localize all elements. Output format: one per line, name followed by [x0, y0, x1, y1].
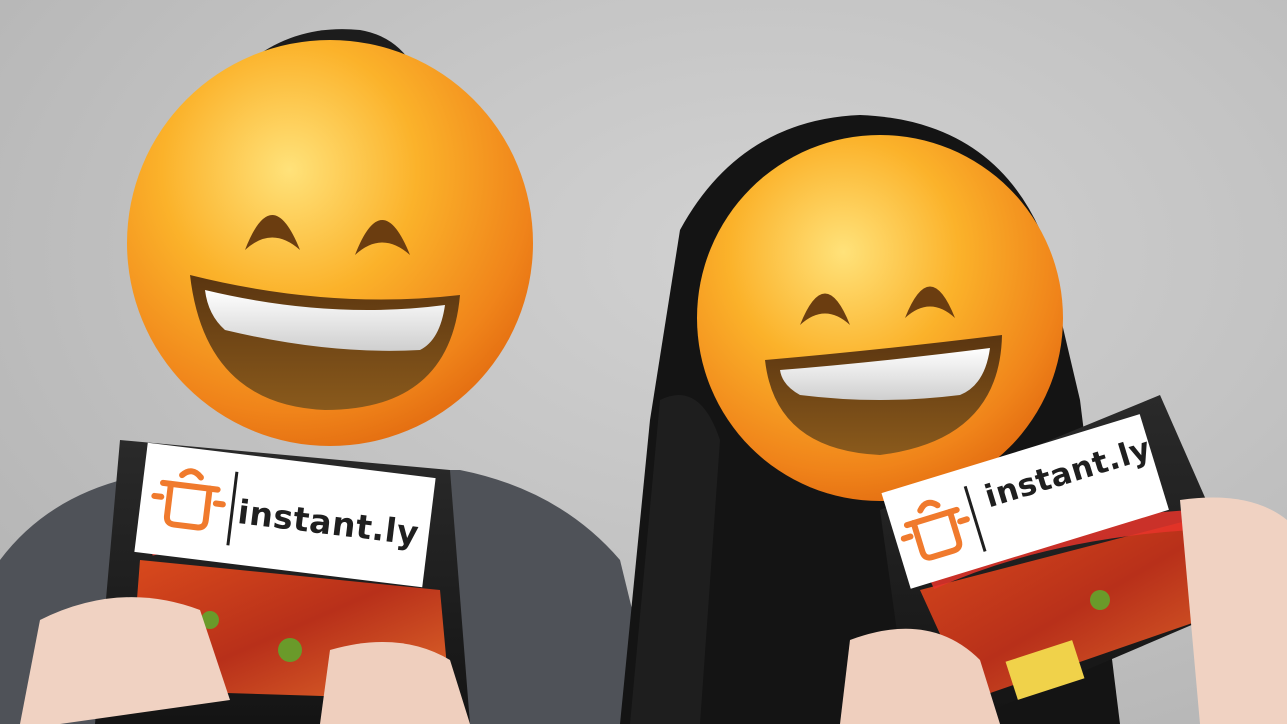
- left-face-emoji: [127, 40, 533, 446]
- scene-illustration: [0, 29, 1287, 724]
- right-face-emoji: [697, 135, 1063, 501]
- photo-scene: instant.ly instant.ly: [0, 0, 1287, 724]
